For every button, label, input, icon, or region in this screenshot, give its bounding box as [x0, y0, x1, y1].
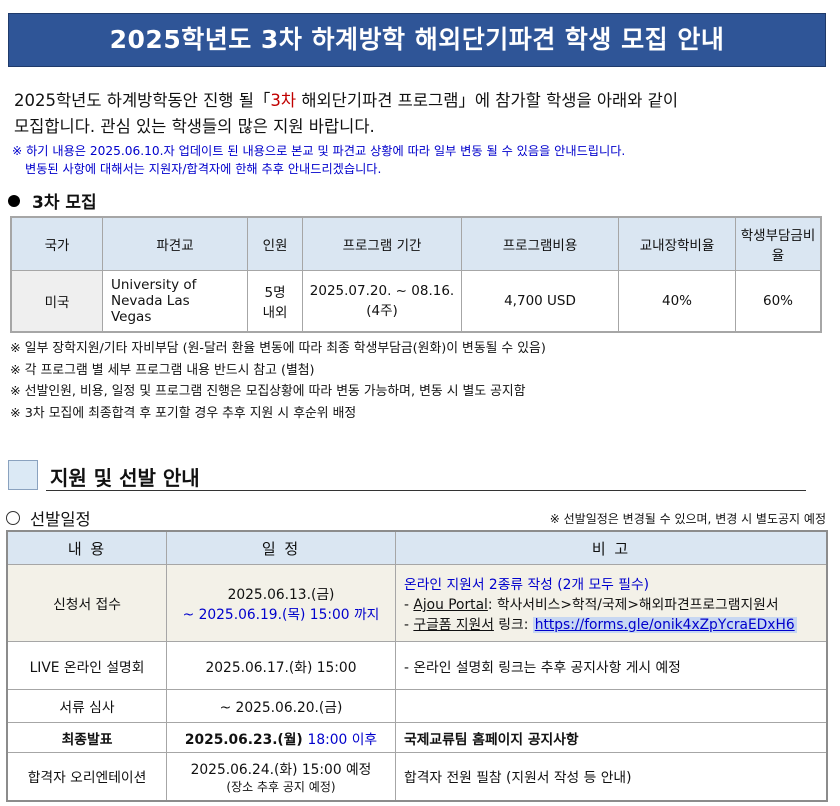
cell-cost: 4,700 USD: [461, 269, 619, 333]
cell-content: 신청서 접수: [6, 564, 167, 642]
intro-line-2: 모집합니다. 관심 있는 학생들의 많은 지원 바랍니다.: [14, 117, 375, 136]
cell-remarks: 국제교류팀 홈페이지 공지사항: [395, 722, 828, 753]
intro-line-1: 2025학년도 하계방학동안 진행 될「3차 해외단기파견 프로그램」에 참가할…: [14, 91, 679, 110]
header-cost: 프로그램비용: [461, 216, 619, 271]
cell-date: 2025.06.24.(화) 15:00 예정 (장소 추후 공지 예정): [166, 752, 396, 801]
recruit-table: 국가 파견교 인원 프로그램 기간 프로그램비용 교내장학비율 학생부담금비율 …: [10, 216, 822, 333]
schedule-heading: 선발일정: [6, 506, 91, 530]
google-form-label: 구글폼 지원서: [413, 617, 494, 633]
cell-content: 서류 심사: [6, 689, 167, 723]
header-date: 일 정: [166, 530, 396, 565]
cell-remarks: - 온라인 설명회 링크는 추후 공지사항 게시 예정: [395, 641, 828, 690]
note-item: ※ 3차 모집에 최종합격 후 포기할 경우 추후 지원 시 후순위 배정: [10, 405, 357, 421]
google-form-url-link[interactable]: https://forms.gle/onik4xZpYcraEDxH6: [532, 617, 797, 633]
recruit-notes: ※ 일부 장학지원/기타 자비부담 (원-달러 환율 변동에 따라 최종 학생부…: [10, 338, 830, 424]
section-recruit-title: 3차 모집: [32, 193, 97, 213]
cell-date: ~ 2025.06.20.(금): [166, 689, 396, 723]
section-marker-box: [8, 460, 38, 490]
intro-text: 2025학년도 하계방학동안 진행 될「3차 해외단기파견 프로그램」에 참가할…: [14, 88, 814, 140]
cell-content: 최종발표: [6, 722, 167, 753]
announcement-page: 2025학년도 3차 하계방학 해외단기파견 학생 모집 안내 2025학년도 …: [0, 0, 840, 806]
cell-remarks: 합격자 전원 필참 (지원서 작성 등 안내): [395, 752, 828, 801]
section-recruit-heading: 3차 모집: [8, 188, 97, 213]
header-count: 인원: [247, 216, 303, 271]
cell-country: 미국: [10, 269, 103, 333]
schedule-note: ※ 선발일정은 변경될 수 있으며, 변경 시 별도공지 예정: [549, 512, 826, 526]
header-country: 국가: [10, 216, 103, 271]
header-period: 프로그램 기간: [302, 216, 462, 271]
intro-highlight: 3차: [270, 91, 297, 110]
cell-scholarship: 40%: [618, 269, 736, 333]
recruit-table-header: 국가 파견교 인원 프로그램 기간 프로그램비용 교내장학비율 학생부담금비율: [10, 216, 822, 271]
table-row: 합격자 오리엔테이션 2025.06.24.(화) 15:00 예정 (장소 추…: [6, 752, 828, 801]
note-item: ※ 일부 장학지원/기타 자비부담 (원-달러 환율 변동에 따라 최종 학생부…: [10, 341, 546, 356]
note-item: ※ 각 프로그램 별 세부 프로그램 내용 반드시 참고 (별첨): [10, 362, 315, 378]
bullet-icon: [8, 194, 20, 207]
notice-line-1: ※ 하기 내용은 2025.06.10.자 업데이트 된 내용으로 본교 및 파…: [12, 144, 626, 158]
header-scholarship: 교내장학비율: [618, 216, 736, 271]
cell-remarks: [395, 689, 828, 723]
cell-university: University of Nevada Las Vegas: [102, 269, 248, 333]
header-remarks: 비 고: [395, 530, 828, 565]
schedule-title: 선발일정: [30, 510, 91, 529]
section-underline: [46, 490, 806, 491]
notice-line-2: 변동된 사항에 대해서는 지원자/합격자에 한해 추후 안내드리겠습니다.: [25, 162, 382, 176]
cell-date: 2025.06.23.(월) 18:00 이후: [166, 722, 396, 753]
cell-content: 합격자 오리엔테이션: [6, 752, 167, 801]
ajou-portal-link[interactable]: Ajou Portal: [413, 597, 487, 613]
header-student-share: 학생부담금비율: [735, 216, 822, 271]
table-row: LIVE 온라인 설명회 2025.06.17.(화) 15:00 - 온라인 …: [6, 641, 828, 690]
section-apply-heading: 지원 및 선발 안내: [8, 460, 808, 494]
schedule-table-header: 내 용 일 정 비 고: [6, 530, 828, 565]
table-row: 미국 University of Nevada Las Vegas 5명 내외 …: [10, 269, 822, 333]
cell-period: 2025.07.20. ~ 08.16. (4주): [302, 269, 462, 333]
section-apply-title: 지원 및 선발 안내: [50, 466, 200, 490]
table-row: 최종발표 2025.06.23.(월) 18:00 이후 국제교류팀 홈페이지 …: [6, 722, 828, 753]
circle-bullet-icon: [6, 511, 20, 525]
header-content: 내 용: [6, 530, 167, 565]
table-row: 서류 심사 ~ 2025.06.20.(금): [6, 689, 828, 723]
cell-content: LIVE 온라인 설명회: [6, 641, 167, 690]
schedule-table: 내 용 일 정 비 고 신청서 접수 2025.06.13.(금) ~ 2025…: [6, 530, 828, 802]
cell-date: 2025.06.13.(금) ~ 2025.06.19.(목) 15:00 까지: [166, 564, 396, 642]
header-university: 파견교: [102, 216, 248, 271]
note-item: ※ 선발인원, 비용, 일정 및 프로그램 진행은 모집상황에 따라 변동 가능…: [10, 384, 526, 399]
cell-date: 2025.06.17.(화) 15:00: [166, 641, 396, 690]
page-title: 2025학년도 3차 하계방학 해외단기파견 학생 모집 안내: [8, 13, 826, 67]
cell-student-share: 60%: [735, 269, 822, 333]
cell-count: 5명 내외: [247, 269, 303, 333]
update-notice: ※ 하기 내용은 2025.06.10.자 업데이트 된 내용으로 본교 및 파…: [12, 142, 832, 178]
cell-remarks: 온라인 지원서 2종류 작성 (2개 모두 필수) - Ajou Portal:…: [395, 564, 828, 642]
table-row: 신청서 접수 2025.06.13.(금) ~ 2025.06.19.(목) 1…: [6, 564, 828, 642]
